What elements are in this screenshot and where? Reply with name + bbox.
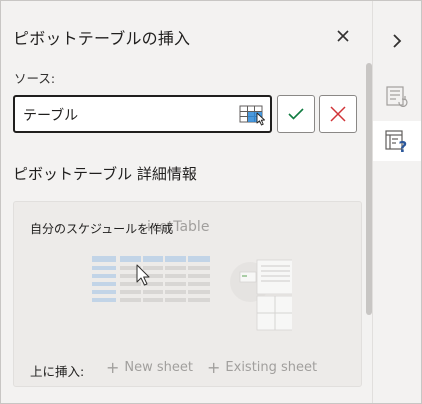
existing-sheet-option[interactable]: + Existing sheet — [207, 358, 318, 377]
source-label: ソース: — [14, 71, 56, 86]
pivot-recommend-button[interactable] — [373, 77, 421, 117]
pivot-help-button[interactable]: ? — [373, 121, 421, 161]
close-button[interactable] — [332, 25, 354, 47]
insert-location-label: 上に挿入: — [30, 364, 85, 379]
cancel-button[interactable] — [319, 95, 357, 133]
source-field[interactable] — [13, 95, 272, 133]
existing-sheet-label: Existing sheet — [225, 360, 318, 375]
plus-icon: + — [207, 358, 221, 377]
table-range-select-icon — [239, 105, 265, 126]
collapse-pane-button[interactable] — [373, 21, 421, 61]
close-icon — [337, 30, 349, 42]
chevron-right-icon — [393, 34, 402, 48]
svg-text:?: ? — [399, 138, 408, 154]
card-heading: 自分のスケジュールを作成 — [30, 222, 174, 236]
pivot-recommend-icon — [386, 86, 408, 108]
details-section-title: ピボットテーブル 詳細情報 — [13, 165, 197, 183]
pivot-table-illustration — [92, 256, 292, 331]
source-input[interactable] — [23, 105, 223, 125]
side-rail: ? — [372, 1, 421, 403]
new-sheet-option[interactable]: + New sheet — [106, 358, 193, 377]
plus-icon: + — [106, 358, 120, 377]
pivot-preview-card: ivotTable 自分のスケジュールを作成 上に挿入: + New sheet… — [13, 201, 362, 387]
cancel-x-icon — [330, 106, 346, 122]
new-sheet-label: New sheet — [124, 360, 193, 375]
range-picker-button[interactable] — [239, 103, 269, 127]
pane-title: ピボットテーブルの挿入 — [13, 29, 191, 48]
pivottable-task-pane: ピボットテーブルの挿入 ソース: ピボットテー — [1, 1, 372, 403]
checkmark-icon — [288, 108, 304, 120]
pivot-help-icon: ? — [385, 130, 408, 154]
confirm-button[interactable] — [277, 95, 315, 133]
